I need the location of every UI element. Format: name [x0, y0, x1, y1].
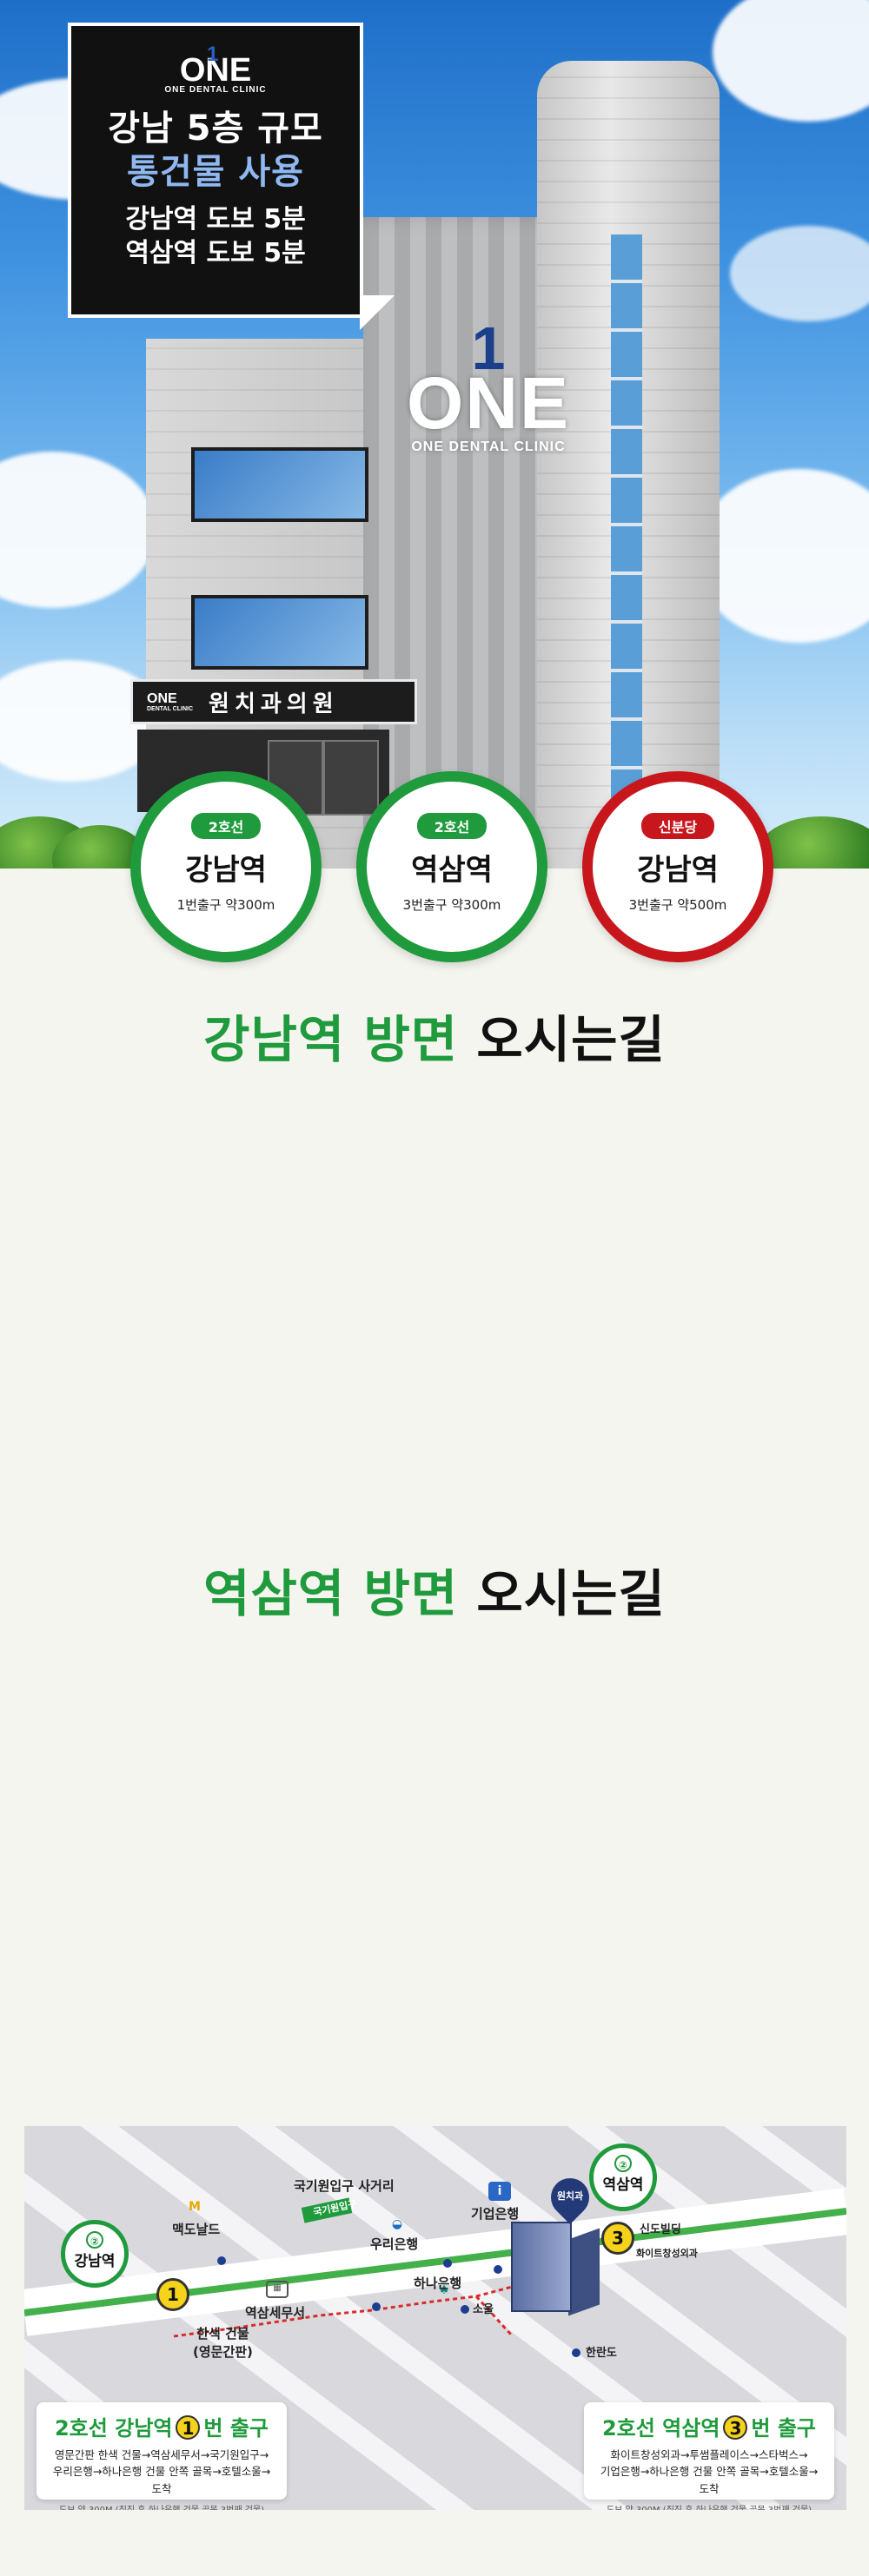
map-station-name: 강남역 — [74, 2253, 116, 2270]
line-number-icon: ② — [614, 2155, 632, 2172]
map-label-hana: 하나은행 — [414, 2275, 462, 2291]
clinic-sign: ONE DENTAL CLINIC 원치과의원 — [130, 679, 417, 724]
station-card-gangnam-sinbundang: 신분당 강남역 3번출구 약500m — [582, 771, 773, 962]
map-station-yeoksam: ② 역삼역 — [589, 2143, 657, 2211]
sign-logo-text: ONE — [147, 690, 177, 706]
map-label-hansaek-sub: (영문간판) — [193, 2344, 253, 2360]
route-card-steps: 화이트창성외과→투썸플레이스→스타벅스→ 기업은행→하나은행 건물 안쪽 골목→… — [596, 2447, 822, 2497]
map-label-hanrando: 한란도 — [586, 2347, 617, 2360]
exit-3-marker: 3 — [601, 2222, 634, 2255]
sign-logo: ONE DENTAL CLINIC — [147, 690, 194, 712]
hero-banner: ONE DENTAL CLINIC 원치과의원 1 ONE ONE DENTAL… — [0, 0, 869, 869]
station-line-tag: 2호선 — [190, 813, 262, 839]
badge-line-yeoksam: 역삼역 도보 5분 — [125, 238, 306, 269]
route-step-line: 화이트창성외과→투썸플레이스→스타벅스→ — [610, 2448, 808, 2461]
window — [191, 447, 368, 522]
route-card-note: 도보 약 300M (직진 후 하나은행 건물 골목 3번째 건물) — [596, 2502, 822, 2510]
map-poi-dot — [217, 2256, 226, 2265]
badge-logo-number: 1 — [207, 43, 219, 66]
station-line-tag: 2호선 — [416, 813, 488, 839]
clinic-building-icon — [511, 2222, 572, 2312]
station-distance: 1번출구 약300m — [176, 897, 275, 913]
map-label-hansaek-main: 한색 건물 — [196, 2326, 249, 2342]
map-poi-dot — [572, 2348, 580, 2357]
station-summary: 2호선 강남역 1번출구 약300m 2호선 역삼역 3번출구 약300m 신분… — [0, 764, 869, 981]
mcdonalds-icon: M — [189, 2200, 201, 2214]
map-station-gangnam: ② 강남역 — [61, 2220, 129, 2288]
station-name: 역삼역 — [411, 853, 493, 888]
section-title-gangnam: 강남역 방면 오시는길 — [0, 999, 869, 1072]
sign-clinic-name: 원치과의원 — [209, 690, 339, 717]
map-label-woori: 우리은행 — [370, 2236, 419, 2252]
route-card-steps: 영문간판 한색 건물→역삼세무서→국기원입구→ 우리은행→하나은행 건물 안쪽 … — [49, 2447, 275, 2497]
station-card-gangnam-line2: 2호선 강남역 1번출구 약300m — [130, 771, 322, 962]
section-title-text: 오시는길 — [476, 1564, 666, 1623]
map-station-name: 역삼역 — [602, 2176, 644, 2194]
station-name: 강남역 — [637, 853, 719, 888]
map-label-intersection: 국기원입구 사거리 — [294, 2178, 395, 2194]
station-name: 강남역 — [185, 853, 267, 888]
exit-1-marker: 1 — [156, 2278, 189, 2311]
clinic-building-side — [568, 2228, 600, 2316]
ibk-bank-icon: i — [488, 2182, 511, 2201]
cloud — [730, 226, 869, 321]
station-distance: 3번출구 약300m — [402, 897, 501, 913]
route-card-title: 2호선 강남역 1 번 출구 — [49, 2411, 275, 2441]
map-poi-dot — [494, 2265, 502, 2274]
route-card-title-exit: 번 출구 — [751, 2416, 817, 2441]
line-number-icon: ② — [86, 2231, 103, 2249]
section-title-highlight: 강남역 방면 — [203, 1010, 459, 1069]
woori-bank-icon: ◒ — [391, 2217, 403, 2231]
route-card-exit-number: 1 — [176, 2415, 201, 2440]
window — [191, 595, 368, 670]
badge-line-size: 강남 5층 규모 — [108, 109, 323, 149]
station-line-tag: 신분당 — [640, 813, 715, 839]
map-label-right-street: 화이트창성외과 — [636, 2248, 698, 2259]
map-label-soul: 소울 — [473, 2303, 494, 2316]
map-poi-dot — [443, 2259, 452, 2268]
badge-logo: 1 ONE — [71, 44, 360, 87]
station-distance: 3번출구 약500m — [628, 897, 727, 913]
route-card-title-line: 2호선 강남역 — [54, 2416, 173, 2441]
map-label-ibk: 기업은행 — [471, 2206, 520, 2222]
route-card-gangnam: 2호선 강남역 1 번 출구 영문간판 한색 건물→역삼세무서→국기원입구→ 우리은… — [36, 2402, 287, 2510]
map-poi-dot — [461, 2305, 469, 2314]
badge-tail — [360, 295, 395, 330]
promo-badge: 1 ONE ONE DENTAL CLINIC 강남 5층 규모 통건물 사용 … — [68, 23, 363, 318]
tower-windows — [611, 234, 642, 842]
section-title-yeoksam: 역삼역 방면 오시는길 — [0, 1553, 869, 1626]
directions-map: ② 강남역 ② 역삼역 1 3 M 맥도날드 국기원입구 사거리 국기원입구 ◒… — [24, 2126, 846, 2510]
building-logo: 1 ONE ONE DENTAL CLINIC — [407, 314, 571, 455]
map-label-mcdonalds: 맥도날드 — [172, 2222, 221, 2237]
route-card-exit-number: 3 — [723, 2415, 748, 2440]
badge-line-gangnam: 강남역 도보 5분 — [125, 204, 306, 235]
route-card-title: 2호선 역삼역 3 번 출구 — [596, 2411, 822, 2441]
map-label-tax-office: 역삼세무서 — [245, 2305, 306, 2321]
clinic-pin-label: 원치과 — [556, 2190, 584, 2202]
map-label-right-building: 신도빌딩 — [640, 2223, 681, 2236]
route-card-yeoksam: 2호선 역삼역 3 번 출구 화이트창성외과→투썸플레이스→스타벅스→ 기업은행→하… — [584, 2402, 834, 2510]
tax-office-icon: ▦ — [266, 2281, 289, 2298]
building-logo-word: ONE — [407, 362, 571, 444]
route-card-title-exit: 번 출구 — [203, 2416, 269, 2441]
route-step-line: 우리은행→하나은행 건물 안쪽 골목→호텔소울→도착 — [52, 2465, 271, 2495]
section-title-text: 오시는길 — [476, 1010, 666, 1069]
route-step-line: 기업은행→하나은행 건물 안쪽 골목→호텔소울→도착 — [600, 2465, 819, 2495]
badge-line-building: 통건물 사용 — [127, 152, 304, 193]
building-logo-number: 1 — [471, 314, 506, 382]
route-card-note: 도보 약 300M (직진 후 하나은행 건물 골목 3번째 건물) — [49, 2502, 275, 2510]
building-logo-sub: ONE DENTAL CLINIC — [411, 439, 566, 454]
route-step-line: 영문간판 한색 건물→역삼세무서→국기원입구→ — [54, 2448, 269, 2461]
sign-logo-sub: DENTAL CLINIC — [147, 705, 194, 712]
cloud — [0, 452, 156, 608]
section-title-highlight: 역삼역 방면 — [203, 1564, 459, 1623]
station-card-yeoksam-line2: 2호선 역삼역 3번출구 약300m — [356, 771, 547, 962]
map-label-hansaek: 한색 건물 (영문간판) — [193, 2324, 253, 2361]
map-poi-dot — [372, 2302, 381, 2311]
route-card-title-line: 2호선 역삼역 — [601, 2416, 720, 2441]
